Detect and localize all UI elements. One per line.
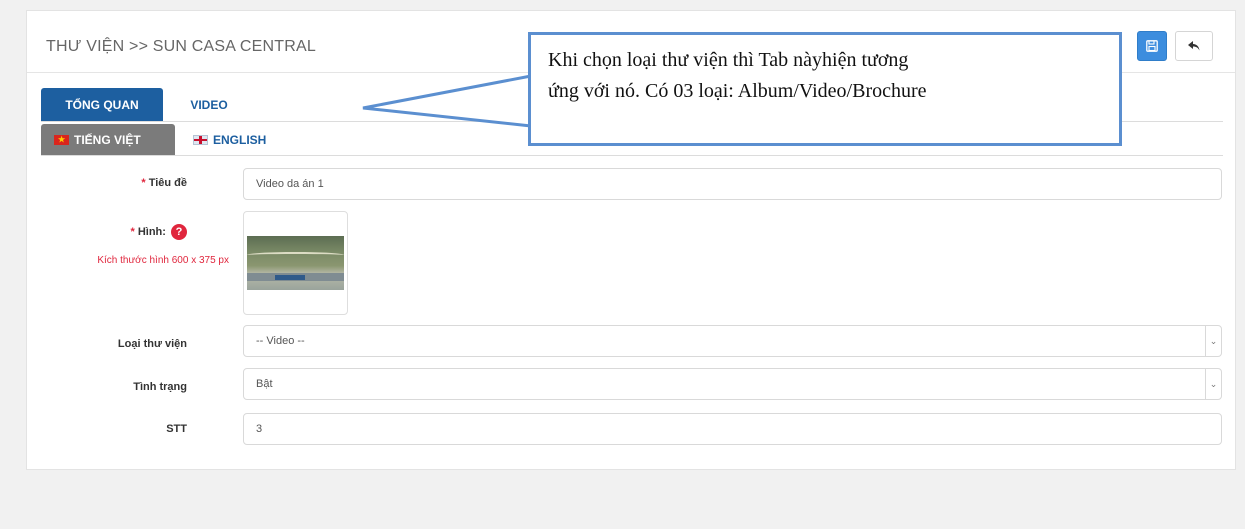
tab-vietnamese-label: TIẾNG VIỆT bbox=[74, 132, 141, 147]
help-icon[interactable]: ? bbox=[171, 224, 187, 240]
floppy-disk-icon bbox=[1146, 40, 1158, 52]
image-upload-thumbnail[interactable] bbox=[243, 211, 348, 315]
status-value: Bật bbox=[256, 378, 273, 390]
callout-line-1: Khi chọn loại thư viện thì Tab nàyhiện t… bbox=[548, 49, 909, 71]
tab-english-label: ENGLISH bbox=[213, 132, 267, 147]
required-marker: * bbox=[141, 177, 146, 189]
image-label: * Hình: ? bbox=[27, 224, 187, 240]
chevron-down-icon: ⌄ bbox=[1205, 369, 1221, 399]
title-label-text: Tiêu đề bbox=[148, 177, 187, 189]
callout-line-2: ứng với nó. Có 03 loại: Album/Video/Broc… bbox=[548, 80, 927, 102]
tab-english[interactable]: ENGLISH bbox=[193, 124, 303, 155]
order-input-value: 3 bbox=[256, 423, 263, 435]
annotation-callout: Khi chọn loại thư viện thì Tab nàyhiện t… bbox=[528, 32, 1122, 146]
library-type-label: Loại thư viện bbox=[117, 338, 187, 350]
title-input[interactable]: Video da án 1 bbox=[243, 168, 1222, 200]
library-type-value: -- Video -- bbox=[256, 335, 305, 347]
language-tabs-divider bbox=[41, 155, 1223, 156]
chevron-down-icon: ⌄ bbox=[1205, 326, 1221, 356]
tab-video[interactable]: VIDEO bbox=[169, 88, 249, 121]
status-select[interactable]: Bật ⌄ bbox=[243, 368, 1222, 400]
image-size-hint: Kích thước hình 600 x 375 px bbox=[97, 255, 229, 266]
back-button[interactable] bbox=[1175, 31, 1213, 61]
library-type-select[interactable]: -- Video -- ⌄ bbox=[243, 325, 1222, 357]
reply-arrow-icon bbox=[1188, 41, 1200, 51]
image-label-text: Hình: bbox=[137, 225, 166, 238]
tab-vietnamese[interactable]: TIẾNG VIỆT bbox=[41, 124, 175, 155]
video-thumbnail-image bbox=[247, 236, 344, 290]
required-marker: * bbox=[130, 225, 135, 238]
save-button[interactable] bbox=[1137, 31, 1167, 61]
uk-flag-icon bbox=[193, 134, 208, 145]
order-input[interactable]: 3 bbox=[243, 413, 1222, 445]
tab-overview[interactable]: TỔNG QUAN bbox=[41, 88, 163, 121]
page-title: THƯ VIỆN >> SUN CASA CENTRAL bbox=[46, 38, 316, 55]
vn-flag-icon bbox=[54, 134, 69, 146]
title-label: * Tiêu đề bbox=[27, 177, 187, 189]
title-input-value: Video da án 1 bbox=[256, 178, 324, 190]
status-label: Tình trạng bbox=[133, 381, 187, 393]
order-label: STT bbox=[166, 423, 187, 435]
callout-pointer bbox=[362, 74, 532, 128]
